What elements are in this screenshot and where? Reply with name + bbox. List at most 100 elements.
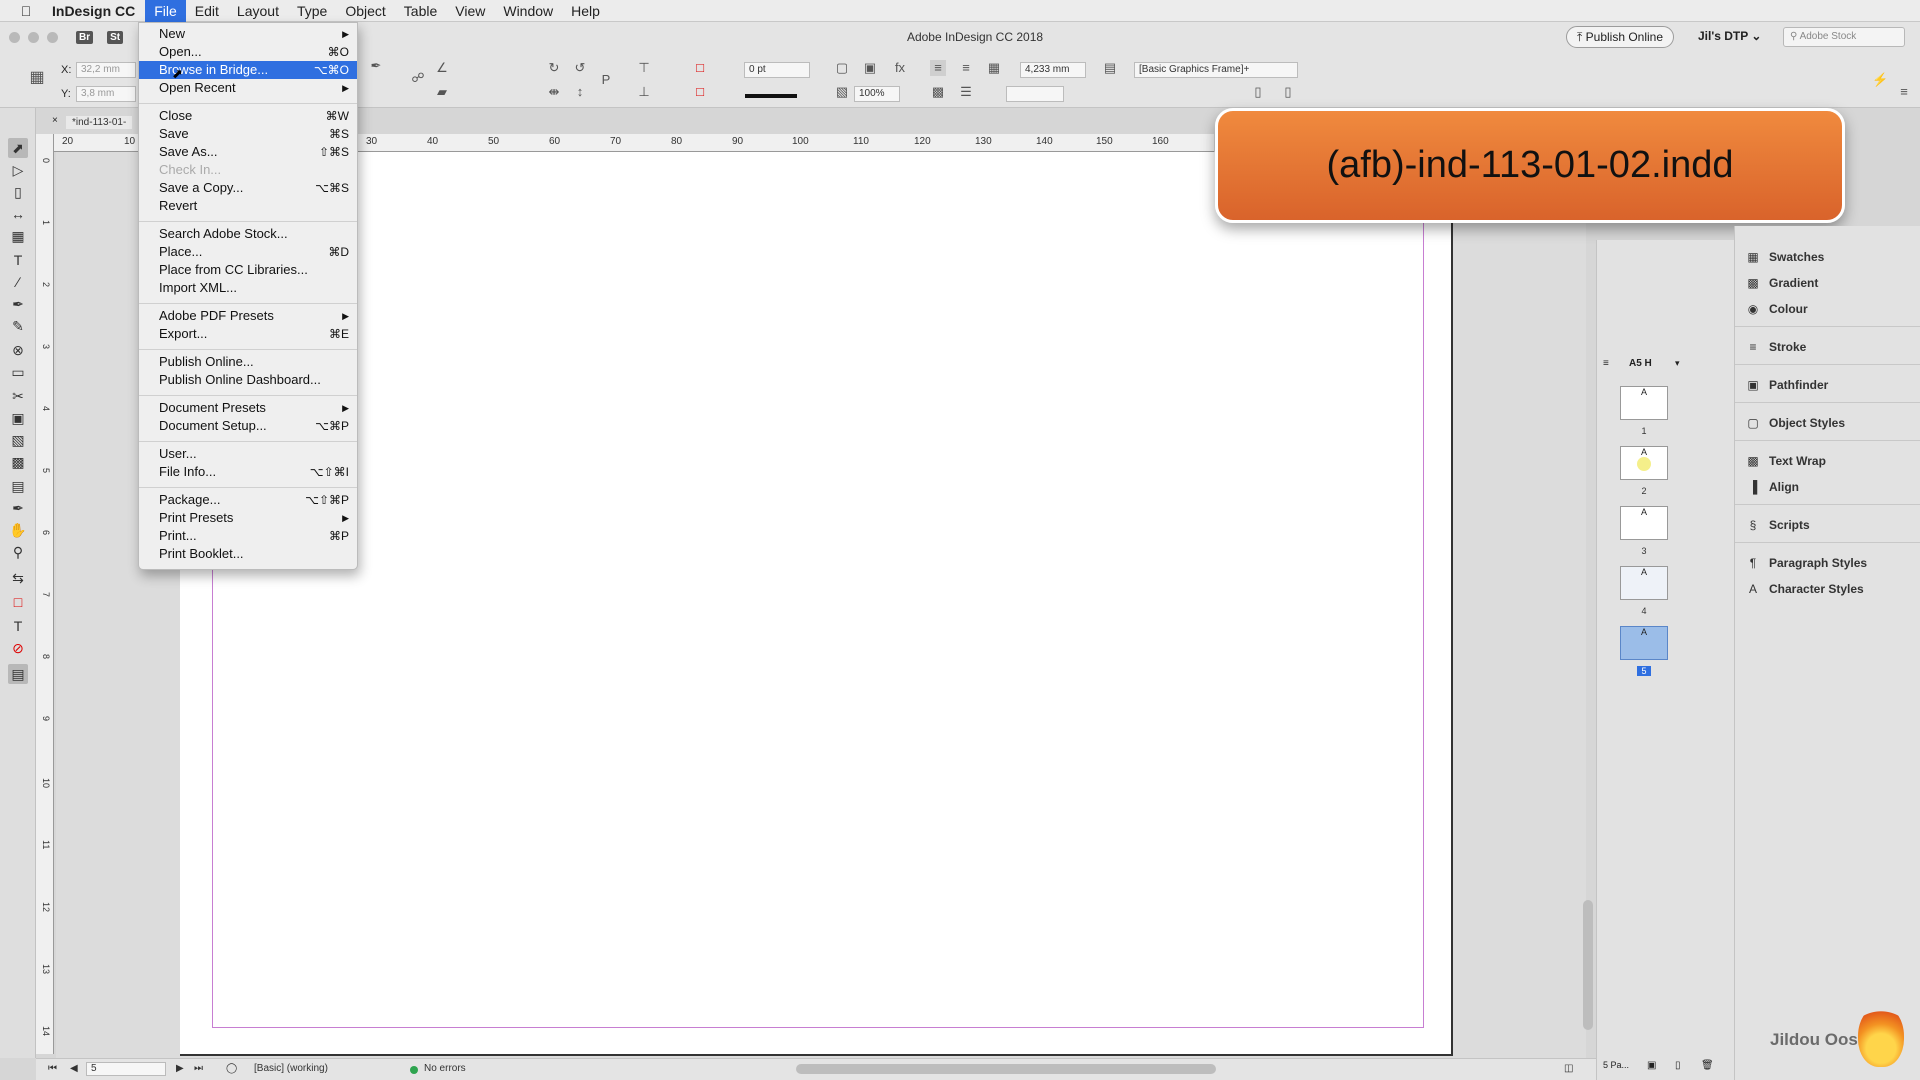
menu-window[interactable]: Window bbox=[494, 0, 562, 22]
document-tab[interactable]: *ind-113-01- bbox=[66, 116, 133, 129]
pen-icon[interactable]: ✒ bbox=[368, 58, 384, 74]
x-field[interactable]: 32,2 mm bbox=[76, 62, 136, 78]
page-thumbnail[interactable]: A bbox=[1620, 506, 1668, 540]
menu-item-open-recent[interactable]: Open Recent ▶ bbox=[139, 79, 357, 97]
stroke-weight-field[interactable]: 0 pt bbox=[744, 62, 810, 78]
menu-item-print[interactable]: Print... ⌘P bbox=[139, 527, 357, 545]
menu-view[interactable]: View bbox=[446, 0, 494, 22]
align-top-icon[interactable]: ⊤ bbox=[636, 60, 652, 76]
panel-text-wrap[interactable]: ▩ Text Wrap bbox=[1745, 450, 1915, 472]
pencil-tool-icon[interactable]: ✎ bbox=[8, 316, 28, 336]
stroke-none-icon[interactable]: □ bbox=[692, 84, 708, 100]
trash-icon[interactable]: 🗑 bbox=[1701, 1060, 1714, 1071]
menu-item-search-adobe-stock[interactable]: Search Adobe Stock... bbox=[139, 225, 357, 243]
menu-item-place[interactable]: Place... ⌘D bbox=[139, 243, 357, 261]
flip-horizontal-icon[interactable]: ⇼ bbox=[546, 84, 562, 100]
page-number-field[interactable]: 5 bbox=[86, 1062, 166, 1076]
paragraph-icon[interactable]: P bbox=[598, 72, 614, 88]
flip-vertical-icon[interactable]: ↕ bbox=[572, 84, 588, 100]
gradient-feather-tool-icon[interactable]: ▩ bbox=[8, 452, 28, 472]
content-collector-icon[interactable]: ▦ bbox=[8, 226, 28, 246]
swatch-field[interactable] bbox=[1006, 86, 1064, 102]
menu-item-print-booklet[interactable]: Print Booklet... bbox=[139, 545, 357, 563]
master-pages-selector[interactable]: A5 H bbox=[1629, 358, 1652, 369]
selection-tool-icon[interactable]: ⬈ bbox=[8, 138, 28, 158]
y-field[interactable]: 3,8 mm bbox=[76, 86, 136, 102]
panel-grip-icon[interactable]: ≡ bbox=[1603, 358, 1609, 369]
menu-item-save[interactable]: Save ⌘S bbox=[139, 125, 357, 143]
line-tool-icon[interactable]: ∕ bbox=[8, 272, 28, 292]
page-thumbnail-selected[interactable]: A bbox=[1620, 626, 1668, 660]
menu-item-print-presets[interactable]: Print Presets ▶ bbox=[139, 509, 357, 527]
panel-colour[interactable]: ◉ Colour bbox=[1745, 298, 1915, 320]
next-page-icon[interactable]: ▶ bbox=[176, 1063, 184, 1074]
new-page-icon[interactable]: ▯ bbox=[1675, 1060, 1681, 1071]
clear-overrides-icon[interactable]: ▯ bbox=[1250, 84, 1266, 100]
menu-object[interactable]: Object bbox=[336, 0, 394, 22]
formatting-affects-icon[interactable]: T bbox=[8, 616, 28, 636]
object-style-icon[interactable]: ▤ bbox=[1102, 60, 1118, 76]
panel-object-styles[interactable]: ▢ Object Styles bbox=[1745, 412, 1915, 434]
chevron-down-icon[interactable]: ▾ bbox=[1675, 358, 1680, 369]
lightning-icon[interactable]: ⚡ bbox=[1872, 72, 1888, 88]
rotate-ccw-icon[interactable]: ↺ bbox=[572, 60, 588, 76]
gradient-swatch-tool-icon[interactable]: ▧ bbox=[8, 430, 28, 450]
screen-mode-icon[interactable]: ▤ bbox=[8, 664, 28, 684]
zoom-tool-icon[interactable]: ⚲ bbox=[8, 542, 28, 562]
stroke-type-line[interactable] bbox=[745, 94, 797, 98]
page-thumbnail[interactable]: A bbox=[1620, 446, 1668, 480]
preflight-errors[interactable]: No errors bbox=[424, 1063, 466, 1074]
object-style-dropdown[interactable]: [Basic Graphics Frame]+ bbox=[1134, 62, 1298, 78]
last-page-icon[interactable]: ⏭ bbox=[194, 1063, 203, 1074]
menu-item-publish-online-dashboard[interactable]: Publish Online Dashboard... bbox=[139, 371, 357, 389]
quick-apply-icon[interactable]: ▯ bbox=[1280, 84, 1296, 100]
eyedropper-tool-icon[interactable]: ✒ bbox=[8, 498, 28, 518]
swap-fill-stroke-icon[interactable]: ⇆ bbox=[8, 568, 28, 588]
previous-page-icon[interactable]: ◀ bbox=[70, 1063, 78, 1074]
pen-tool-icon[interactable]: ✒ bbox=[8, 294, 28, 314]
adobe-stock-search[interactable]: ⚲ Adobe Stock bbox=[1783, 27, 1905, 47]
align-bottom-icon[interactable]: ⊥ bbox=[636, 84, 652, 100]
app-menu[interactable]: InDesign CC bbox=[52, 3, 145, 19]
opacity-icon[interactable]: ▧ bbox=[834, 84, 850, 100]
panel-paragraph-styles[interactable]: ¶ Paragraph Styles bbox=[1745, 552, 1915, 574]
menu-item-export[interactable]: Export... ⌘E bbox=[139, 325, 357, 343]
gap-tool-icon[interactable]: ↔ bbox=[8, 204, 28, 224]
fit-content-icon[interactable]: ▣ bbox=[862, 60, 878, 76]
publish-online-button[interactable]: ⤒ Publish Online bbox=[1566, 26, 1675, 48]
menu-item-revert[interactable]: Revert bbox=[139, 197, 357, 215]
menu-item-import-xml[interactable]: Import XML... bbox=[139, 279, 357, 297]
note-tool-icon[interactable]: ▤ bbox=[8, 476, 28, 496]
align-center-icon[interactable]: ≡ bbox=[958, 60, 974, 76]
menu-item-adobe-pdf-presets[interactable]: Adobe PDF Presets ▶ bbox=[139, 307, 357, 325]
menu-file[interactable]: File bbox=[145, 0, 186, 22]
menu-item-new[interactable]: New ▶ bbox=[139, 25, 357, 43]
menu-table[interactable]: Table bbox=[395, 0, 446, 22]
open-document-icon[interactable]: ◯ bbox=[226, 1063, 237, 1074]
effects-icon[interactable]: fx bbox=[892, 60, 908, 76]
page-tool-icon[interactable]: ▯ bbox=[8, 182, 28, 202]
frame-fitting-icon[interactable]: ▢ bbox=[834, 60, 850, 76]
rectangle-frame-tool-icon[interactable]: ⊗ bbox=[8, 340, 28, 360]
menu-item-close[interactable]: Close ⌘W bbox=[139, 107, 357, 125]
menu-item-document-setup[interactable]: Document Setup... ⌥⌘P bbox=[139, 417, 357, 435]
page-thumbnail[interactable]: A bbox=[1620, 386, 1668, 420]
direct-selection-tool-icon[interactable]: ▷ bbox=[8, 160, 28, 180]
vertical-ruler[interactable]: 0 1 2 3 4 5 6 7 8 9 10 11 12 13 14 bbox=[36, 134, 54, 1054]
menu-help[interactable]: Help bbox=[562, 0, 609, 22]
rotate-angle-icon[interactable]: ∠ bbox=[434, 60, 450, 76]
menu-item-save-as[interactable]: Save As... ⇧⌘S bbox=[139, 143, 357, 161]
horizontal-scrollbar[interactable] bbox=[796, 1064, 1216, 1074]
shear-angle-icon[interactable]: ▰ bbox=[434, 84, 450, 100]
rotate-cw-icon[interactable]: ↻ bbox=[546, 60, 562, 76]
menu-item-user[interactable]: User... bbox=[139, 445, 357, 463]
panel-align[interactable]: ▐ Align bbox=[1745, 476, 1915, 498]
menu-item-open[interactable]: Open... ⌘O bbox=[139, 43, 357, 61]
fill-none-icon[interactable]: □ bbox=[692, 60, 708, 76]
menu-item-file-info[interactable]: File Info... ⌥⇧⌘I bbox=[139, 463, 357, 481]
distribute-icon[interactable]: ☰ bbox=[958, 84, 974, 100]
vertical-scrollbar[interactable] bbox=[1583, 900, 1593, 1030]
measure-field[interactable]: 4,233 mm bbox=[1020, 62, 1086, 78]
panel-pathfinder[interactable]: ▣ Pathfinder bbox=[1745, 374, 1915, 396]
apply-none-icon[interactable]: ⊘ bbox=[8, 638, 28, 658]
